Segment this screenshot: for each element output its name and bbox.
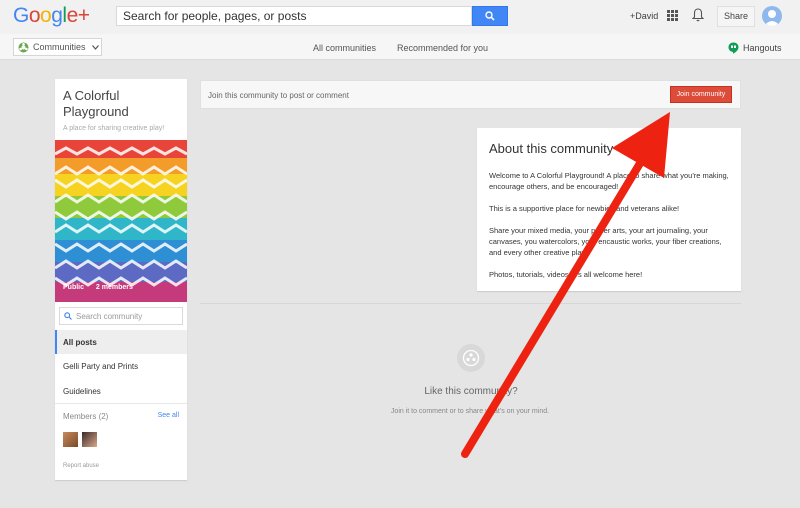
community-sidebar-card: A Colorful Playground A place for sharin… (55, 79, 187, 480)
top-bar: Google+ Search for people, pages, or pos… (0, 0, 800, 34)
search-icon (485, 11, 495, 21)
member-avatar[interactable] (82, 432, 97, 447)
notifications-bell-icon[interactable] (691, 8, 705, 25)
community-cover-image (55, 140, 187, 302)
community-search-placeholder: Search community (76, 312, 143, 321)
community-title: A Colorful Playground (63, 88, 129, 119)
empty-state-subtitle: Join it to comment or to share what's on… (390, 408, 550, 415)
sub-navigation: Communities All communities Recommended … (0, 34, 800, 60)
community-meta: Public 2 members (63, 284, 133, 291)
communities-label: Communities (33, 42, 86, 52)
join-community-button[interactable]: Join community (670, 86, 732, 103)
communities-icon (18, 42, 29, 52)
join-prompt: Join this community to post or comment (208, 91, 349, 100)
community-visibility: Public (63, 284, 85, 291)
about-paragraph: Share your mixed media, your paper arts,… (489, 226, 722, 257)
tab-all-communities[interactable]: All communities (313, 43, 376, 53)
about-community-card: About this community Welcome to A Colorf… (477, 128, 741, 291)
apps-grid-icon[interactable] (667, 10, 678, 21)
about-heading: About this community (489, 141, 614, 156)
report-abuse-link[interactable]: Report abuse (63, 463, 99, 469)
nav-item-gelli-party[interactable]: Gelli Party and Prints (55, 354, 187, 378)
search-button[interactable] (472, 6, 508, 26)
community-member-count: 2 members (95, 284, 133, 291)
google-plus-logo[interactable]: Google+ (13, 4, 90, 28)
account-avatar[interactable] (762, 6, 782, 26)
content-divider (200, 303, 741, 304)
empty-state-title: Like this community? (424, 386, 518, 397)
divider (55, 403, 187, 404)
hangouts-icon (728, 42, 739, 54)
hangouts-label: Hangouts (743, 43, 782, 53)
tab-recommended[interactable]: Recommended for you (397, 43, 488, 53)
hangouts-link[interactable]: Hangouts (728, 42, 782, 54)
communities-dropdown[interactable]: Communities (13, 38, 102, 56)
join-bar: Join this community to post or comment J… (200, 80, 741, 109)
share-button[interactable]: Share (717, 6, 755, 27)
members-header: Members (2) See all (63, 412, 179, 421)
see-all-link[interactable]: See all (158, 412, 179, 419)
community-empty-icon (457, 344, 485, 372)
nav-item-all-posts[interactable]: All posts (55, 330, 187, 354)
members-label: Members (2) (63, 412, 109, 421)
search-icon (64, 312, 72, 320)
about-paragraph: Photos, tutorials, videos, it's all welc… (489, 270, 643, 279)
community-tagline: A place for sharing creative play! (63, 125, 165, 132)
member-avatar[interactable] (63, 432, 78, 447)
community-search-input[interactable]: Search community (59, 307, 183, 325)
about-paragraph: This is a supportive place for newbies a… (489, 204, 680, 213)
chevron-down-icon (91, 44, 99, 50)
user-profile-link[interactable]: +David (630, 11, 658, 21)
about-paragraph: Welcome to A Colorful Playground! A plac… (489, 171, 729, 191)
search-input[interactable]: Search for people, pages, or posts (116, 6, 472, 26)
nav-item-guidelines[interactable]: Guidelines (55, 379, 187, 403)
